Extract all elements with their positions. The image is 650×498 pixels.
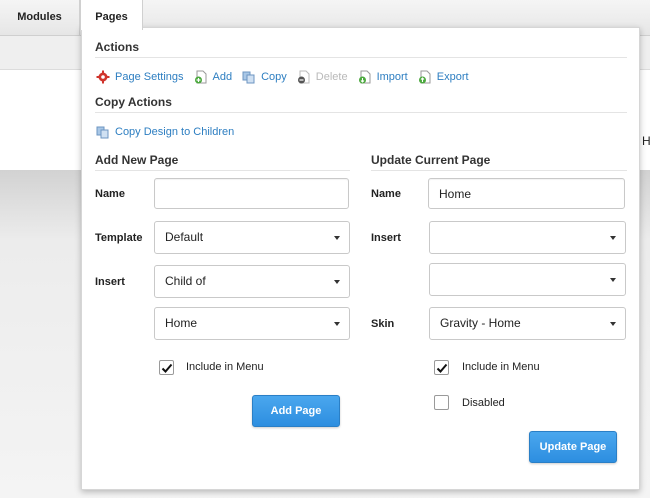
update-name-input[interactable] — [428, 178, 625, 209]
add-insert-label: Insert — [95, 276, 125, 288]
export-action[interactable]: Export — [418, 70, 469, 84]
tab-pages[interactable]: Pages — [80, 0, 143, 30]
add-label: Add — [212, 71, 233, 83]
add-template-label: Template — [95, 232, 143, 244]
update-skin-label: Skin — [371, 318, 395, 330]
update-skin-value: Gravity - Home — [440, 316, 521, 330]
copy-action[interactable]: Copy — [242, 70, 287, 84]
add-page-button[interactable]: Add Page — [252, 395, 340, 427]
chevron-down-icon — [610, 278, 616, 282]
update-disabled-checkbox[interactable] — [434, 395, 449, 410]
actions-row: Page Settings Add Copy Delete Import Exp… — [96, 70, 479, 84]
add-insert-target-value: Home — [165, 316, 198, 330]
delete-label: Delete — [315, 71, 348, 83]
add-include-in-menu-label: Include in Menu — [186, 361, 264, 373]
update-name-label: Name — [371, 188, 401, 200]
add-insert-position-value: Child of — [165, 274, 206, 288]
copy-icon — [96, 126, 109, 139]
add-template-select[interactable]: Default — [154, 221, 350, 254]
copy-design-to-children-link[interactable]: Copy Design to Children — [96, 125, 234, 139]
update-include-in-menu-label: Include in Menu — [462, 361, 540, 373]
pages-flyout-panel: Actions Page Settings Add Copy Delete Im… — [81, 27, 640, 490]
checkmark-icon — [161, 363, 173, 373]
update-insert-target-select[interactable] — [429, 263, 626, 296]
chevron-down-icon — [610, 322, 616, 326]
update-include-in-menu-checkbox[interactable] — [434, 360, 449, 375]
import-action[interactable]: Import — [358, 70, 408, 84]
update-current-page-divider — [371, 170, 627, 171]
chevron-down-icon — [610, 236, 616, 240]
gear-icon — [96, 70, 110, 84]
checkmark-icon — [436, 363, 448, 373]
actions-divider — [95, 57, 627, 58]
add-include-in-menu-checkbox[interactable] — [159, 360, 174, 375]
add-page-icon — [194, 70, 206, 84]
add-name-label: Name — [95, 188, 125, 200]
copy-icon — [242, 71, 255, 84]
add-insert-position-select[interactable]: Child of — [154, 265, 350, 298]
chevron-down-icon — [334, 236, 340, 240]
add-insert-target-select[interactable]: Home — [154, 307, 350, 340]
background-text: H — [642, 134, 650, 148]
actions-title: Actions — [95, 40, 140, 54]
add-new-page-divider — [95, 170, 350, 171]
add-new-page-title: Add New Page — [95, 153, 179, 167]
chevron-down-icon — [334, 322, 340, 326]
delete-page-icon — [297, 70, 310, 84]
copy-actions-title: Copy Actions — [95, 95, 172, 109]
copy-actions-divider — [95, 112, 627, 113]
page-settings-label: Page Settings — [115, 71, 184, 83]
import-label: Import — [376, 71, 408, 83]
update-insert-label: Insert — [371, 232, 401, 244]
add-name-input[interactable] — [154, 178, 349, 209]
update-page-button[interactable]: Update Page — [529, 431, 617, 463]
update-disabled-label: Disabled — [462, 397, 505, 409]
import-icon — [358, 70, 371, 84]
add-template-value: Default — [165, 230, 204, 244]
update-skin-select[interactable]: Gravity - Home — [429, 307, 626, 340]
page-settings-action[interactable]: Page Settings — [96, 70, 184, 84]
tab-modules[interactable]: Modules — [0, 0, 80, 36]
delete-action: Delete — [297, 70, 348, 84]
add-action[interactable]: Add — [194, 70, 233, 84]
update-insert-position-select[interactable] — [429, 221, 626, 254]
chevron-down-icon — [334, 280, 340, 284]
update-current-page-title: Update Current Page — [371, 153, 491, 167]
copy-design-label: Copy Design to Children — [115, 126, 235, 138]
export-label: Export — [436, 71, 469, 83]
copy-label: Copy — [261, 71, 287, 83]
export-icon — [418, 70, 431, 84]
